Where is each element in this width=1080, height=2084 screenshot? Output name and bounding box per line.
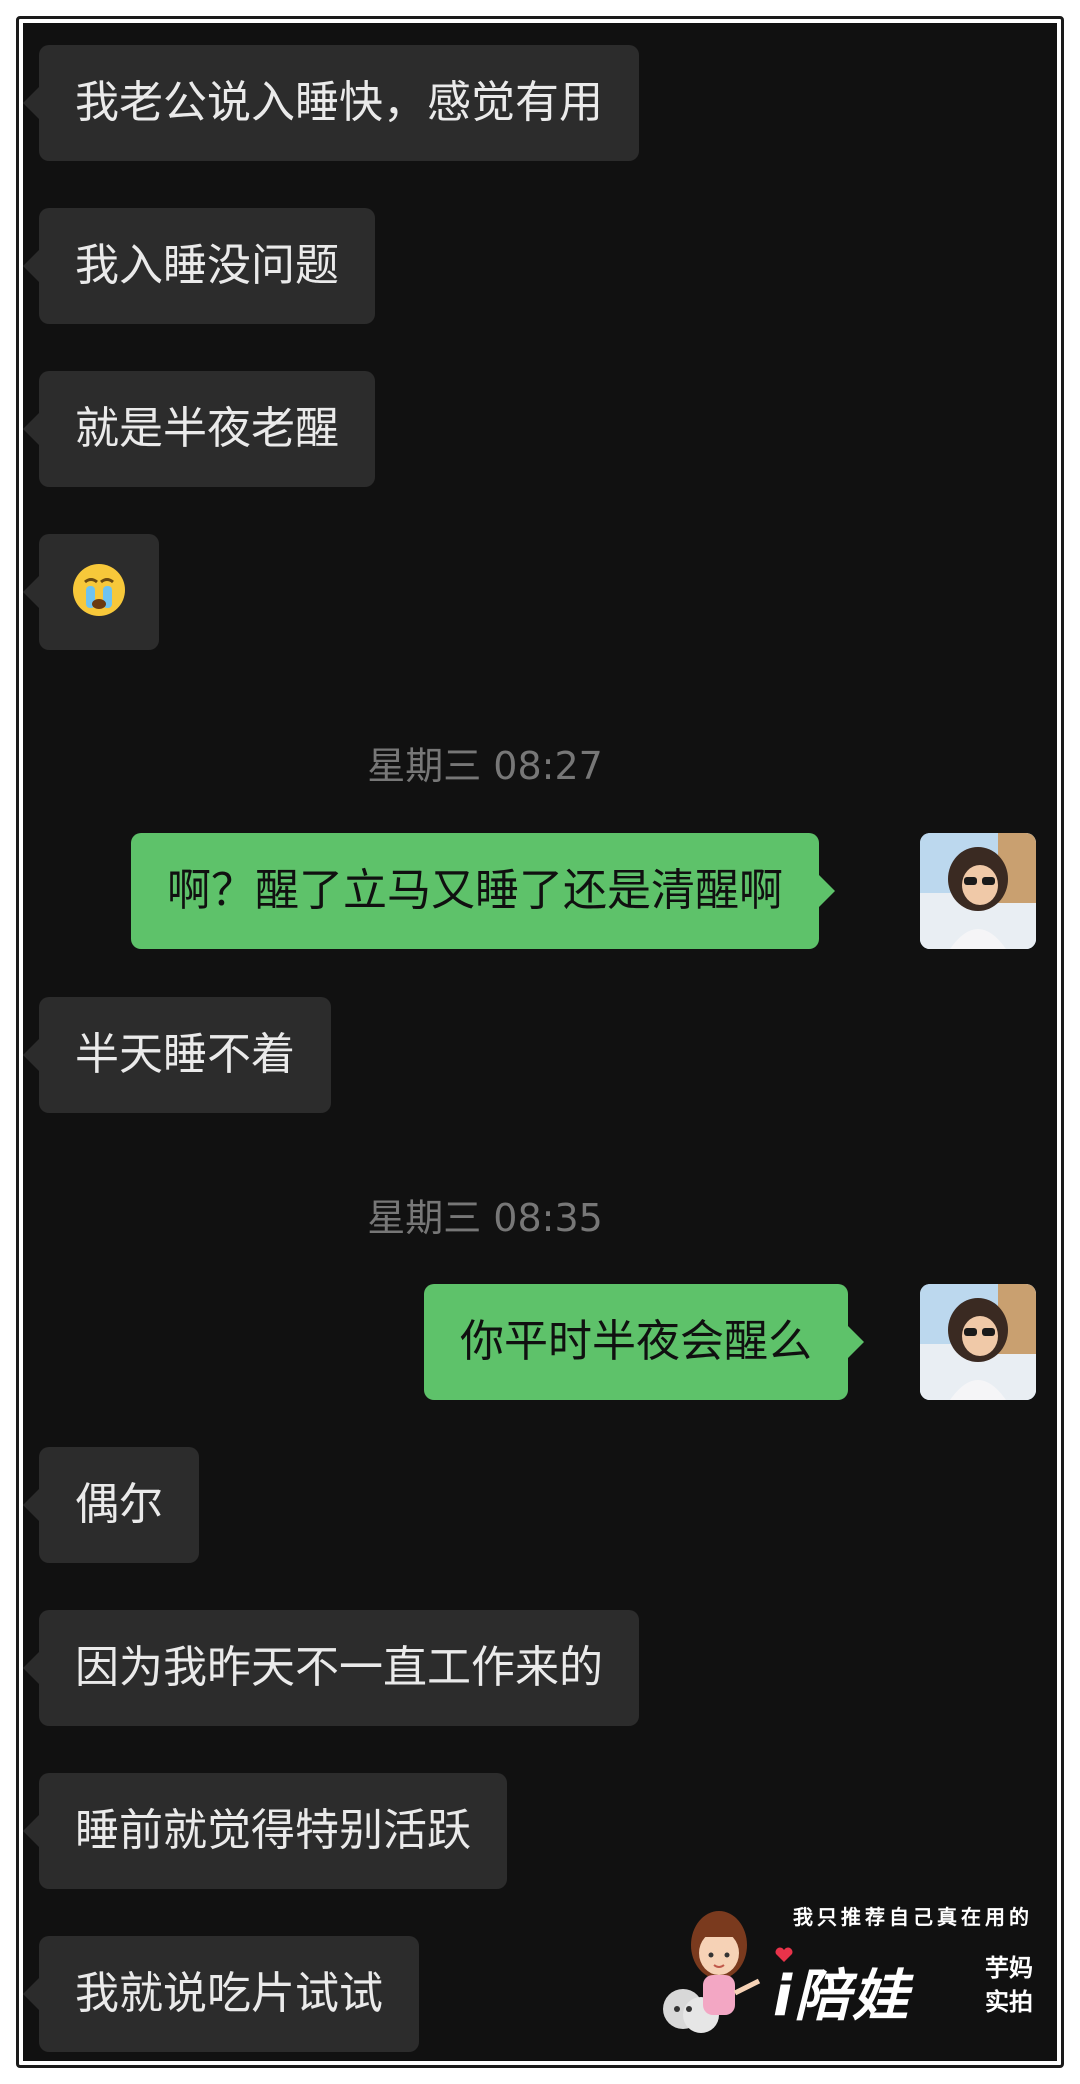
user-avatar[interactable] bbox=[920, 833, 1036, 949]
incoming-message-bubble[interactable]: 我就说吃片试试 bbox=[23, 1936, 419, 2052]
watermark: 我只推荐自己真在用的 i陪娃 芋妈 实拍 bbox=[657, 1897, 1037, 2047]
incoming-message-bubble[interactable]: 睡前就觉得特别活跃 bbox=[23, 1773, 507, 1889]
outgoing-message-bubble[interactable]: 你平时半夜会醒么 bbox=[424, 1284, 864, 1400]
user-avatar[interactable] bbox=[920, 1284, 1036, 1400]
incoming-message-bubble[interactable]: 因为我昨天不一直工作来的 bbox=[23, 1610, 639, 1726]
screenshot-frame: 我老公说入睡快，感觉有用 我入睡没问题 就是半夜老醒 星期三 08:27 啊？醒… bbox=[16, 16, 1064, 2068]
chat-screen: 我老公说入睡快，感觉有用 我入睡没问题 就是半夜老醒 星期三 08:27 啊？醒… bbox=[23, 23, 1057, 2061]
watermark-side-bottom: 实拍 bbox=[985, 1988, 1033, 2016]
mascot-girl-icon bbox=[663, 1911, 761, 2033]
incoming-message-bubble[interactable]: 我入睡没问题 bbox=[23, 208, 375, 324]
watermark-side-label: 芋妈 实拍 bbox=[985, 1951, 1033, 2019]
user-avatar-icon bbox=[920, 833, 1036, 949]
incoming-emoji-bubble[interactable] bbox=[23, 534, 159, 650]
watermark-side-top: 芋妈 bbox=[985, 1954, 1033, 1982]
incoming-message-bubble[interactable]: 我老公说入睡快，感觉有用 bbox=[23, 45, 639, 161]
outgoing-message-bubble[interactable]: 啊？醒了立马又睡了还是清醒啊 bbox=[131, 833, 835, 949]
incoming-message-bubble[interactable]: 半天睡不着 bbox=[23, 997, 331, 1113]
user-avatar-icon bbox=[920, 1284, 1036, 1400]
watermark-tagline: 我只推荐自己真在用的 bbox=[793, 1905, 1033, 1929]
heart-icon bbox=[775, 1947, 793, 1962]
crying-face-icon bbox=[73, 564, 125, 616]
timestamp: 星期三 08:27 bbox=[367, 744, 603, 788]
incoming-message-bubble[interactable]: 就是半夜老醒 bbox=[23, 371, 375, 487]
watermark-brand: i陪娃 bbox=[773, 1964, 911, 2029]
incoming-message-bubble[interactable]: 偶尔 bbox=[23, 1447, 199, 1563]
timestamp: 星期三 08:35 bbox=[367, 1196, 603, 1240]
